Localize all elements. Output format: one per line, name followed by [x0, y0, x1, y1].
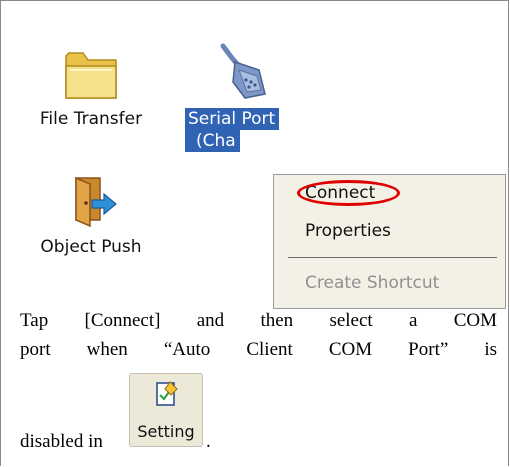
highlight-ring: [297, 180, 400, 206]
menu-item-create-shortcut: Create Shortcut: [305, 273, 439, 293]
door-exit-icon: [75, 176, 117, 228]
instruction-period: .: [206, 431, 211, 452]
desktop-item-label-line2: (Cha: [185, 130, 240, 152]
desktop-item-label: Serial Port: [185, 108, 280, 130]
menu-separator: [288, 257, 497, 258]
instruction-line-2: port when “Auto Client COM Port” is: [20, 339, 497, 360]
desktop-item-label: Object Push: [40, 237, 142, 257]
menu-item-properties[interactable]: Properties: [305, 221, 391, 241]
desktop-item-object-push[interactable]: Object Push: [20, 170, 162, 258]
desktop-item-serial-port[interactable]: Serial Port (Cha: [185, 36, 305, 152]
menu-item-label: Properties: [305, 221, 391, 241]
instruction-line-1: Tap [Connect] and then select a COM: [20, 310, 497, 331]
context-menu: Connect Properties Create Shortcut: [273, 174, 506, 309]
instruction-line-3: disabled in: [20, 431, 103, 452]
setting-page-icon: [156, 381, 178, 406]
menu-item-connect[interactable]: Connect: [297, 180, 400, 206]
folder-icon: [65, 52, 117, 99]
desktop-item-file-transfer[interactable]: File Transfer: [20, 36, 162, 130]
menu-item-label: Create Shortcut: [305, 273, 440, 293]
desktop-item-label: File Transfer: [39, 109, 143, 129]
instruction-text: Tap [Connect] and then select a COM port…: [20, 306, 497, 364]
serial-cable-icon: [220, 43, 266, 99]
setting-button[interactable]: Setting: [129, 373, 203, 447]
setting-button-label: Setting: [137, 422, 195, 441]
desktop-area: File Transfer Serial Port (Cha Object Pu…: [20, 36, 506, 309]
